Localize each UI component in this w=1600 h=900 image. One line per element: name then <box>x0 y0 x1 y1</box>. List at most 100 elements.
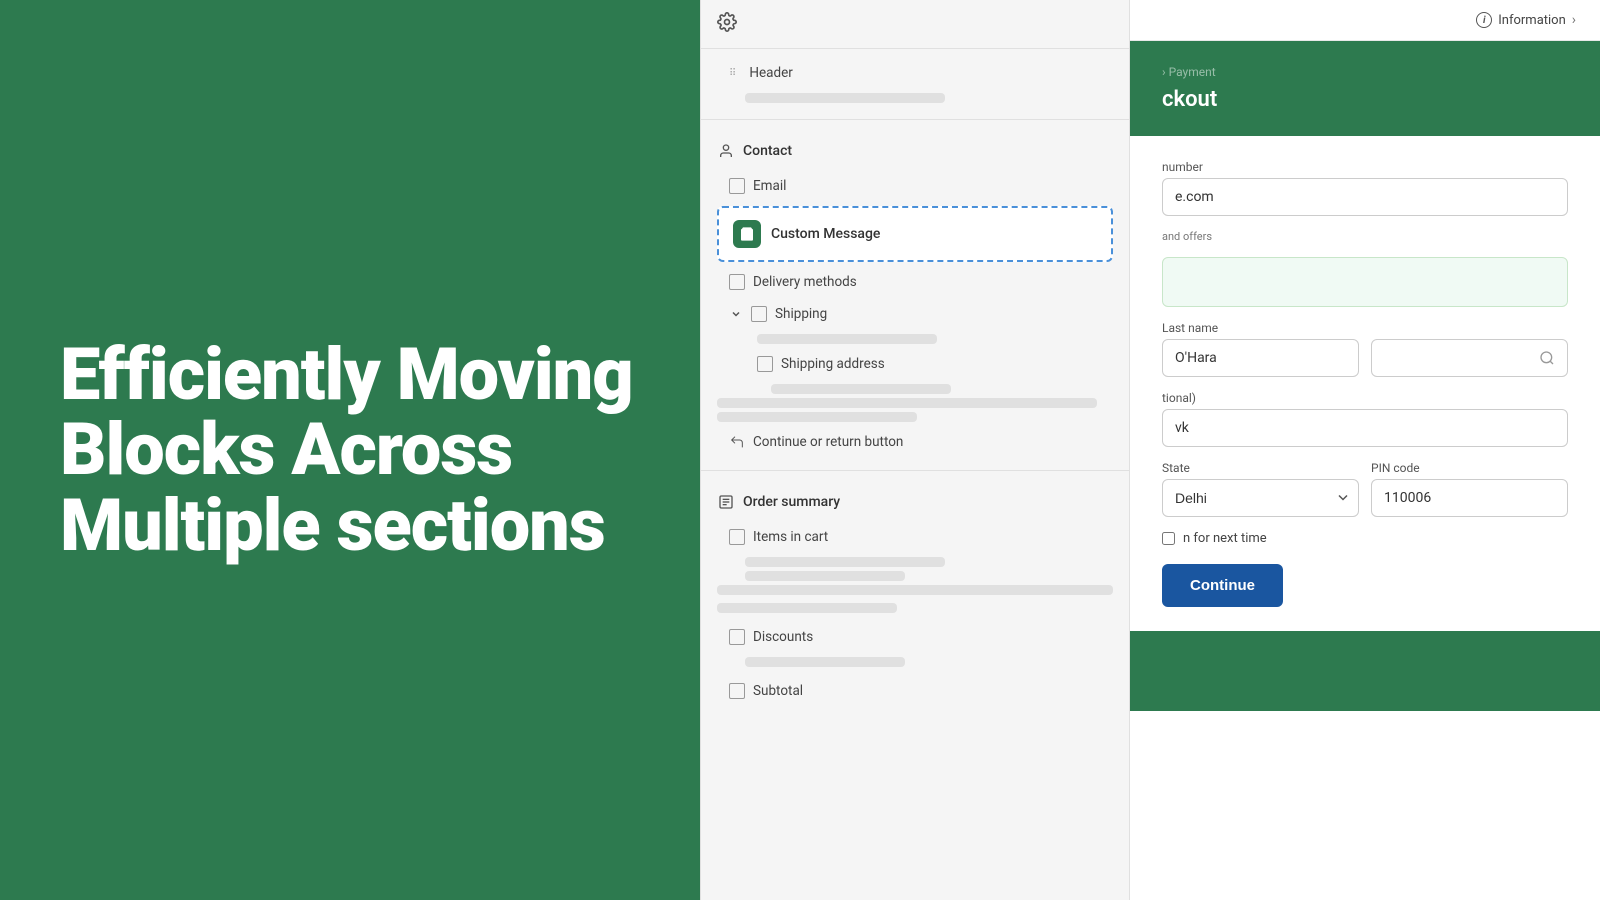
header-block-item[interactable]: ⠿ Header <box>701 57 1129 89</box>
email-corner-icon <box>729 178 745 194</box>
email-label: Email <box>753 178 786 194</box>
discounts-corner-icon <box>729 629 745 645</box>
items-in-cart-block[interactable]: Items in cart <box>701 521 1129 553</box>
contact-section: Contact Email Custom Message <box>701 124 1129 466</box>
subtotal-corner-icon <box>729 683 745 699</box>
search-field[interactable] <box>1371 339 1568 377</box>
discounts-block[interactable]: Discounts <box>701 621 1129 653</box>
info-badge[interactable]: i Information › <box>1476 12 1576 28</box>
address-optional-label: tional) <box>1162 391 1568 405</box>
shipping-bar-2 <box>771 384 951 394</box>
order-summary-icon <box>717 493 735 511</box>
shipping-chevron-icon <box>729 307 743 321</box>
custom-message-popup: Custom Message <box>717 206 1113 262</box>
items-bar-full <box>717 585 1113 595</box>
address-field-group: tional) vk <box>1162 391 1568 447</box>
shipping-corner-icon <box>751 306 767 322</box>
shipping-bar-1 <box>757 334 937 344</box>
save-checkbox[interactable] <box>1162 532 1175 545</box>
save-label: n for next time <box>1183 531 1267 546</box>
checkout-footer <box>1130 631 1600 711</box>
order-summary-header[interactable]: Order summary <box>701 483 1129 521</box>
delivery-corner-icon <box>729 274 745 290</box>
discounts-label: Discounts <box>753 629 813 645</box>
state-field-group: State Delhi <box>1162 461 1359 517</box>
order-summary-section: Order summary Items in cart Discounts Su… <box>701 475 1129 715</box>
checkout-header: › Payment ckout <box>1130 41 1600 136</box>
highlight-field <box>1162 257 1568 307</box>
search-icon <box>1539 350 1555 366</box>
header-label: Header <box>749 65 792 81</box>
email-display-field: e.com <box>1162 178 1568 216</box>
continue-button-block[interactable]: Continue or return button <box>701 426 1129 458</box>
checkout-inner: i Information › › Payment ckout number e… <box>1130 0 1600 900</box>
pin-field-group: PIN code 110006 <box>1371 461 1568 517</box>
info-chevron-icon: › <box>1572 12 1576 28</box>
custom-message-label: Custom Message <box>771 226 880 242</box>
save-checkbox-row: n for next time <box>1162 531 1568 546</box>
continue-button[interactable]: Continue <box>1162 564 1283 607</box>
shipping-address-corner-icon <box>757 356 773 372</box>
offers-field-group: and offers <box>1162 230 1568 243</box>
section-bar-1 <box>717 398 1097 408</box>
person-icon <box>717 142 735 160</box>
pin-value: 110006 <box>1371 479 1568 517</box>
state-label: State <box>1162 461 1359 475</box>
checkout-preview: i Information › › Payment ckout number e… <box>1130 0 1600 900</box>
shipping-address-block[interactable]: Shipping address <box>701 348 1129 380</box>
email-block-item[interactable]: Email <box>701 170 1129 202</box>
subtotal-label: Subtotal <box>753 683 803 699</box>
payment-breadcrumb: Payment <box>1169 65 1216 79</box>
custom-message-item[interactable]: Custom Message <box>719 208 1111 260</box>
name-form-row: Last name O'Hara <box>1162 321 1568 391</box>
pin-label: PIN code <box>1371 461 1568 475</box>
items-bar-2 <box>745 571 905 581</box>
order-summary-label: Order summary <box>743 494 840 510</box>
header-placeholder-bar <box>745 93 945 103</box>
last-name-label: Last name <box>1162 321 1359 335</box>
items-bar-1 <box>745 557 945 567</box>
continue-return-label: Continue or return button <box>753 434 903 450</box>
shipping-address-label: Shipping address <box>781 356 885 372</box>
checkout-title: ckout <box>1162 87 1568 112</box>
hero-heading: Efficiently Moving Blocks Across Multipl… <box>60 337 640 564</box>
search-field-group <box>1371 321 1568 377</box>
checkout-top-bar: i Information › <box>1130 0 1600 41</box>
last-name-field-group: Last name O'Hara <box>1162 321 1359 377</box>
contact-label: Contact <box>743 143 792 159</box>
bag-icon <box>733 220 761 248</box>
divider-2 <box>701 470 1129 471</box>
section-bar-2 <box>717 412 917 422</box>
drag-handle-icon: ⠿ <box>729 68 737 79</box>
state-select[interactable]: Delhi <box>1162 479 1359 517</box>
header-section: ⠿ Header <box>701 49 1129 115</box>
subtotal-block[interactable]: Subtotal <box>701 675 1129 707</box>
divider-1 <box>701 119 1129 120</box>
panel-top-bar <box>701 0 1129 49</box>
last-name-display: O'Hara <box>1162 339 1359 377</box>
left-panel: Efficiently Moving Blocks Across Multipl… <box>0 0 700 900</box>
info-label: Information <box>1498 13 1566 28</box>
delivery-methods-label: Delivery methods <box>753 274 857 290</box>
continue-corner-icon <box>729 434 745 450</box>
items-in-cart-label: Items in cart <box>753 529 828 545</box>
custom-message-trigger: Custom Message <box>717 206 1113 262</box>
email-field-group: number e.com <box>1162 160 1568 216</box>
state-pin-row: State Delhi PIN code 110006 <box>1162 461 1568 517</box>
state-select-wrapper: Delhi <box>1162 479 1359 517</box>
checkout-form-body: number e.com and offers Last name O'Hara <box>1130 136 1600 631</box>
info-icon: i <box>1476 12 1492 28</box>
items-bar-3 <box>717 603 897 613</box>
delivery-methods-block[interactable]: Delivery methods <box>701 266 1129 298</box>
breadcrumb-arrow: › <box>1162 65 1166 79</box>
gear-icon[interactable] <box>717 12 737 36</box>
items-corner-icon <box>729 529 745 545</box>
editor-sidebar: ⠿ Header Contact Email <box>700 0 1130 900</box>
shipping-label: Shipping <box>775 306 827 322</box>
address-value: vk <box>1162 409 1568 447</box>
discounts-bar <box>745 657 905 667</box>
shipping-block[interactable]: Shipping <box>701 298 1129 330</box>
offers-hint: and offers <box>1162 230 1568 243</box>
contact-section-header[interactable]: Contact <box>701 132 1129 170</box>
checkout-breadcrumb: › Payment <box>1162 65 1568 79</box>
